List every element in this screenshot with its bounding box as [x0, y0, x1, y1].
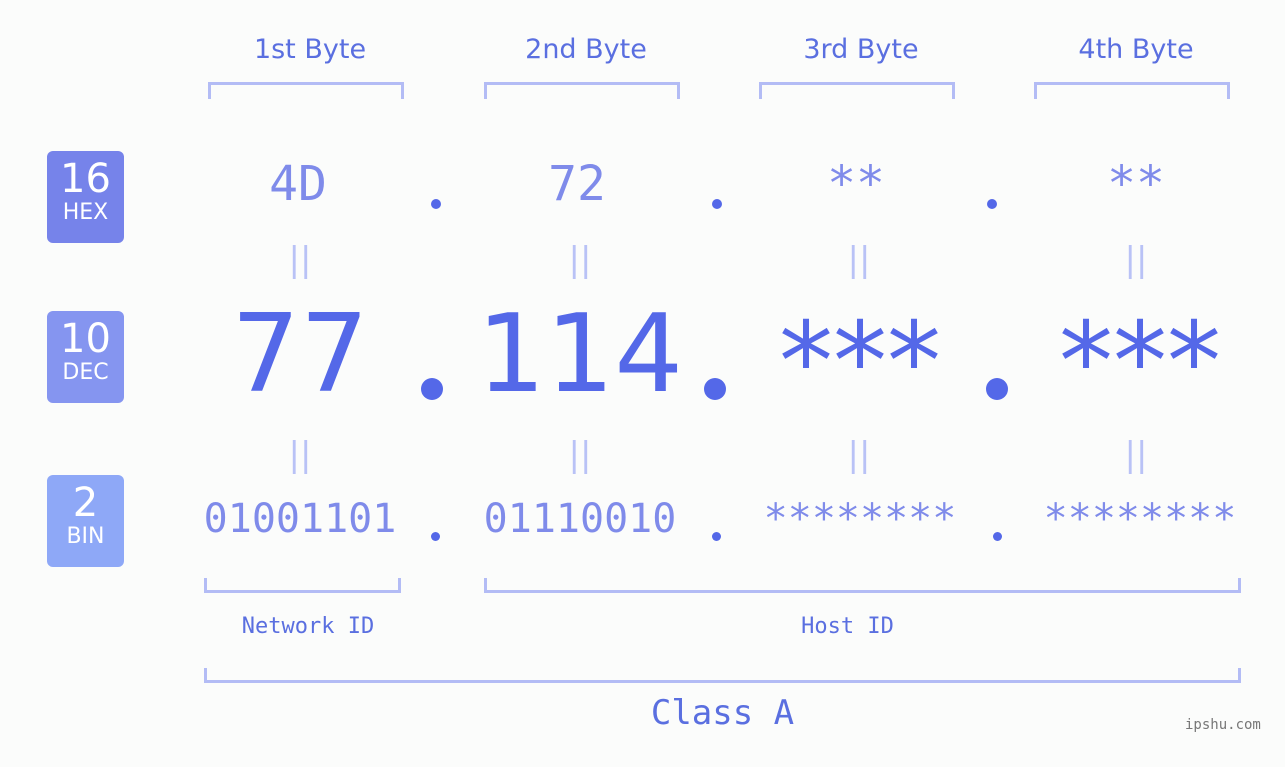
- equals-sign: ||: [568, 240, 592, 280]
- dec-dot-3: [986, 378, 1008, 400]
- byte-bracket-2: [484, 82, 680, 99]
- equals-sign: ||: [288, 240, 312, 280]
- bin-dot-1: [431, 532, 440, 541]
- host-id-label: Host ID: [801, 614, 894, 639]
- equals-sign: ||: [847, 240, 871, 280]
- bin-badge-number: 2: [72, 480, 99, 526]
- hex-byte-2: 72: [548, 156, 606, 212]
- hex-dot-2: [712, 199, 722, 209]
- hex-byte-4: **: [1107, 156, 1165, 212]
- dec-badge-number: 10: [60, 316, 111, 362]
- hex-badge-number: 16: [60, 156, 111, 202]
- class-bracket: [204, 668, 1241, 683]
- watermark: ipshu.com: [1185, 717, 1261, 733]
- hex-badge: 16 HEX: [47, 151, 124, 243]
- bin-dot-3: [993, 532, 1002, 541]
- bin-byte-1: 01001101: [203, 496, 397, 542]
- dec-byte-4: ***: [1059, 300, 1221, 425]
- bin-dot-2: [712, 532, 721, 541]
- dec-badge-label: DEC: [62, 360, 109, 385]
- hex-dot-1: [431, 199, 441, 209]
- network-id-label: Network ID: [241, 614, 375, 639]
- equals-sign: ||: [1124, 435, 1148, 475]
- dec-byte-2: 114: [476, 292, 684, 417]
- byte-label-4: 4th Byte: [1078, 34, 1194, 65]
- dec-badge: 10 DEC: [47, 311, 124, 403]
- byte-label-3: 3rd Byte: [803, 34, 919, 65]
- hex-badge-label: HEX: [62, 200, 109, 225]
- network-id-bracket: [204, 578, 401, 593]
- host-id-bracket: [484, 578, 1241, 593]
- byte-label-1: 1st Byte: [253, 34, 367, 65]
- byte-bracket-1: [208, 82, 404, 99]
- dec-dot-2: [704, 378, 726, 400]
- equals-sign: ||: [1124, 240, 1148, 280]
- byte-bracket-4: [1034, 82, 1230, 99]
- byte-label-2: 2nd Byte: [525, 34, 647, 65]
- bin-badge: 2 BIN: [47, 475, 124, 567]
- dec-byte-1: 77: [231, 292, 369, 417]
- hex-byte-1: 4D: [269, 156, 327, 212]
- dec-dot-1: [421, 378, 443, 400]
- hex-dot-3: [987, 199, 997, 209]
- bin-byte-4: ********: [1043, 496, 1237, 542]
- equals-sign: ||: [568, 435, 592, 475]
- hex-byte-3: **: [827, 156, 885, 212]
- bin-byte-2: 01110010: [483, 496, 677, 542]
- byte-bracket-3: [759, 82, 955, 99]
- equals-sign: ||: [288, 435, 312, 475]
- bin-badge-label: BIN: [66, 524, 105, 549]
- class-label: Class A: [650, 693, 795, 733]
- equals-sign: ||: [847, 435, 871, 475]
- bin-byte-3: ********: [763, 496, 957, 542]
- dec-byte-3: ***: [779, 300, 941, 425]
